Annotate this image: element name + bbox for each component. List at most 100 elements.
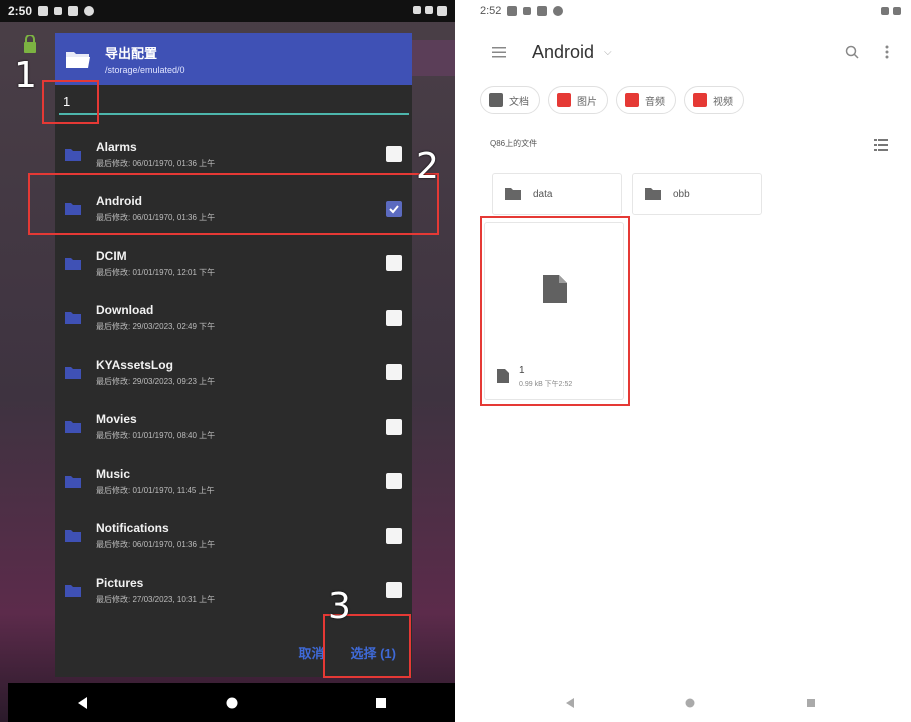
folder-item-download[interactable]: Download 最后修改: 29/03/2023, 02:49 下午 — [55, 291, 412, 346]
folder-modified: 最后修改: 06/01/1970, 01:36 上午 — [96, 540, 216, 550]
recents-icon[interactable] — [375, 697, 387, 709]
folder-modified: 最后修改: 29/03/2023, 09:23 上午 — [96, 376, 216, 386]
more-options-icon[interactable] — [885, 45, 889, 59]
signal-icon — [893, 7, 901, 15]
chevron-down-icon[interactable]: ⌵ — [604, 47, 612, 58]
home-icon[interactable] — [685, 698, 695, 708]
file-type-chips: 文档 图片 音频 视频 — [480, 86, 744, 114]
annotation-box-1 — [42, 80, 99, 124]
signal-icon — [425, 6, 433, 14]
folder-icon — [65, 530, 81, 543]
chip-label: 图片 — [577, 96, 597, 108]
notification-icon — [507, 6, 518, 16]
annotation-number-1: 1 — [14, 55, 37, 96]
folder-icon — [65, 366, 81, 379]
checkbox[interactable] — [386, 255, 402, 272]
folder-icon — [65, 312, 81, 325]
battery-icon — [437, 6, 447, 16]
download-icon — [523, 7, 532, 15]
search-icon[interactable] — [845, 45, 859, 59]
download-icon — [54, 7, 63, 15]
folder-open-icon — [66, 52, 90, 68]
annotation-number-2: 2 — [416, 146, 439, 187]
checkbox[interactable] — [386, 473, 402, 490]
folder-item-movies[interactable]: Movies 最后修改: 01/01/1970, 08:40 上午 — [55, 400, 412, 455]
folder-name: Download — [96, 303, 154, 318]
folder-item-kyassetslog[interactable]: KYAssetsLog 最后修改: 29/03/2023, 09:23 上午 — [55, 345, 412, 400]
status-time: 2:52 — [480, 5, 502, 17]
folder-name: Alarms — [96, 139, 137, 154]
right-nav-bar — [470, 683, 911, 722]
left-status-bar: 2:50 — [0, 0, 455, 22]
folder-icon — [505, 188, 521, 200]
background-app-bar — [410, 40, 455, 76]
folder-modified: 最后修改: 01/01/1970, 12:01 下午 — [96, 267, 216, 277]
lock-icon — [24, 35, 36, 53]
folder-icon — [65, 257, 81, 270]
filename-input[interactable] — [59, 89, 409, 115]
folder-name: obb — [673, 188, 690, 200]
folder-name: data — [533, 188, 553, 200]
image-icon — [557, 93, 571, 107]
folder-icon — [65, 148, 81, 161]
audio-icon — [625, 93, 639, 107]
video-icon — [693, 93, 707, 107]
dialog-path: /storage/emulated/0 — [105, 65, 185, 75]
annotation-box-2 — [28, 173, 439, 235]
folder-name: KYAssetsLog — [96, 357, 173, 372]
home-icon[interactable] — [226, 697, 238, 709]
chip-label: 视频 — [713, 96, 733, 108]
chip-images[interactable]: 图片 — [548, 86, 608, 114]
folder-item-music[interactable]: Music 最后修改: 01/01/1970, 11:45 上午 — [55, 454, 412, 509]
chip-audio[interactable]: 音频 — [616, 86, 676, 114]
folder-item-notifications[interactable]: Notifications 最后修改: 06/01/1970, 01:36 上午 — [55, 509, 412, 564]
back-icon[interactable] — [565, 697, 575, 708]
export-config-dialog: 导出配置 /storage/emulated/0 Alarms 最后修改: 06… — [55, 33, 412, 677]
right-status-bar: 2:52 — [470, 0, 911, 22]
folder-card-data[interactable]: data — [492, 173, 622, 215]
dialog-title: 导出配置 — [105, 46, 158, 61]
folder-name: Music — [96, 466, 131, 481]
document-icon — [489, 93, 503, 107]
recents-icon[interactable] — [806, 698, 816, 708]
folder-modified: 最后修改: 01/01/1970, 08:40 上午 — [96, 431, 216, 441]
folder-icon — [65, 475, 81, 488]
chip-label: 文档 — [509, 96, 529, 108]
checkbox[interactable] — [386, 364, 402, 381]
page-title[interactable]: Android — [532, 42, 594, 63]
folder-modified: 最后修改: 06/01/1970, 01:36 上午 — [96, 158, 216, 168]
settings-notification-icon — [553, 6, 564, 16]
notification-icon — [38, 6, 49, 16]
folder-modified: 最后修改: 01/01/1970, 11:45 上午 — [96, 485, 215, 495]
app-bar: Android ⌵ — [470, 30, 911, 74]
folder-icon — [65, 584, 81, 597]
folder-name: Notifications — [96, 521, 169, 536]
folder-item-pictures[interactable]: Pictures 最后修改: 27/03/2023, 10:31 上午 — [55, 563, 412, 618]
folder-card-obb[interactable]: obb — [632, 173, 762, 215]
wifi-icon — [881, 7, 889, 15]
checkbox[interactable] — [386, 418, 402, 435]
folder-modified: 最后修改: 29/03/2023, 02:49 下午 — [96, 322, 216, 332]
cancel-button[interactable]: 取消 — [298, 643, 324, 662]
folder-icon — [65, 421, 81, 434]
chip-video[interactable]: 视频 — [684, 86, 744, 114]
checkbox[interactable] — [386, 309, 402, 326]
left-nav-bar — [8, 683, 455, 722]
settings-notification-icon — [84, 6, 95, 16]
status-time: 2:50 — [8, 4, 33, 18]
chip-documents[interactable]: 文档 — [480, 86, 540, 114]
list-view-icon[interactable] — [874, 138, 888, 152]
chip-label: 音频 — [645, 96, 665, 108]
wifi-icon — [413, 6, 421, 14]
folder-name: Movies — [96, 412, 137, 427]
folder-item-dcim[interactable]: DCIM 最后修改: 01/01/1970, 12:01 下午 — [55, 236, 412, 291]
checkbox[interactable] — [386, 582, 402, 599]
folder-icon — [645, 188, 661, 200]
checkbox[interactable] — [386, 527, 402, 544]
left-phone-screen: 2:50 导出配置 /storage/emulated/0 1 Alarms 最… — [0, 0, 455, 722]
dialog-header: 导出配置 /storage/emulated/0 — [55, 33, 412, 85]
menu-icon[interactable] — [492, 46, 506, 58]
back-icon[interactable] — [77, 696, 89, 709]
right-phone-screen: 2:52 Android ⌵ 文档 图片 音频 视频 Q86上的文件 data … — [470, 0, 911, 722]
checkbox[interactable] — [386, 146, 402, 163]
